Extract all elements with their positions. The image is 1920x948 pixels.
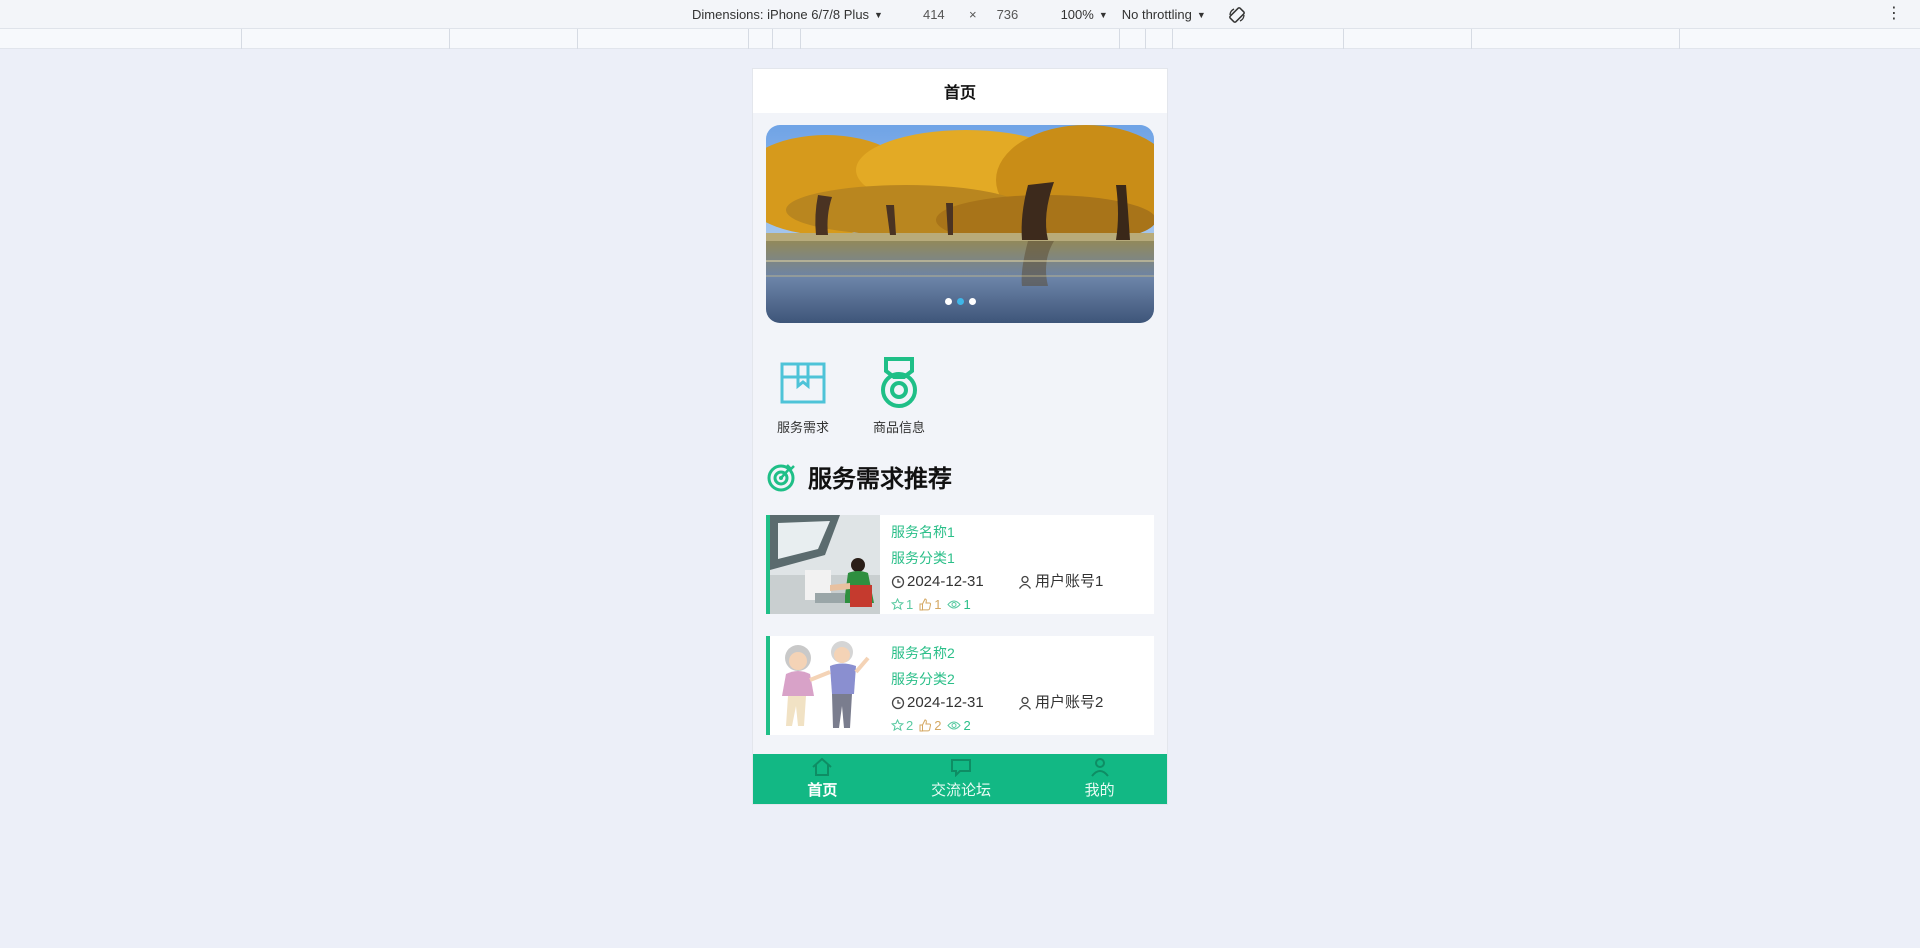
home-icon — [812, 757, 832, 776]
tab-label: 我的 — [1084, 782, 1115, 799]
item-date: 2024-12-31 — [891, 692, 1018, 714]
clock-icon — [891, 696, 905, 710]
item-info: 服务名称2 服务分类2 2024-12-31 用户账号2 2 2 2 — [880, 636, 1154, 735]
item-date: 2024-12-31 — [891, 571, 1018, 593]
item-info: 服务名称1 服务分类1 2024-12-31 用户账号1 1 1 1 — [880, 515, 1154, 614]
user-icon — [1018, 575, 1032, 589]
tab-home[interactable]: 首页 — [753, 754, 892, 804]
item-stats: 1 1 1 — [891, 593, 1154, 615]
item-user-text: 用户账号1 — [1035, 573, 1104, 590]
category-label: 商品信息 — [872, 420, 925, 435]
item-date-text: 2024-12-31 — [907, 573, 984, 590]
item-meta: 2024-12-31 用户账号2 — [891, 692, 1154, 714]
item-favorites-count: 1 — [906, 596, 914, 612]
device-dimensions-select[interactable]: Dimensions: iPhone 6/7/8 Plus ▼ — [692, 7, 883, 22]
item-favorites-count: 2 — [906, 717, 914, 733]
item-name[interactable]: 服务名称1 — [891, 519, 1154, 545]
more-options-icon[interactable]: ⋮ — [1886, 6, 1902, 22]
eye-icon — [947, 600, 962, 608]
dimension-separator: × — [968, 7, 977, 22]
item-likes-count: 1 — [934, 596, 942, 612]
item-user: 用户账号1 — [1018, 571, 1103, 593]
item-views-count: 2 — [963, 717, 971, 733]
banner-carousel[interactable] — [766, 125, 1154, 323]
thumbs-up-icon — [919, 718, 932, 731]
tab-label: 交流论坛 — [931, 782, 992, 799]
target-icon — [767, 463, 795, 491]
category-service-demand[interactable]: 服务需求 — [775, 355, 831, 436]
chevron-down-icon: ▼ — [1196, 9, 1206, 20]
list-item[interactable]: 服务名称1 服务分类1 2024-12-31 用户账号1 1 1 1 — [766, 515, 1154, 614]
mobile-viewport: 首页 服务需求 商品信息 服务需求推荐 服务名称1 服务分类1 2024-12-… — [752, 68, 1168, 805]
devtools-device-toolbar: Dimensions: iPhone 6/7/8 Plus ▼ 414 × 73… — [0, 0, 1920, 29]
item-category: 服务分类1 — [891, 550, 955, 566]
item-user-text: 用户账号2 — [1035, 694, 1104, 711]
user-icon — [1018, 696, 1032, 710]
eye-icon — [947, 721, 962, 729]
item-views-count: 1 — [963, 596, 971, 612]
chevron-down-icon: ▼ — [874, 9, 883, 20]
item-likes[interactable]: 1 — [919, 597, 941, 612]
category-product-info[interactable]: 商品信息 — [871, 355, 927, 436]
star-icon — [891, 718, 904, 731]
tab-label: 首页 — [807, 782, 838, 799]
media-query-ruler — [0, 29, 1920, 49]
bottom-tab-bar: 首页 交流论坛 我的 — [753, 754, 1167, 804]
device-toolbar-controls: Dimensions: iPhone 6/7/8 Plus ▼ 414 × 73… — [692, 0, 1248, 29]
banner-image — [766, 125, 1154, 323]
item-stats: 2 2 2 — [891, 714, 1154, 736]
section-header: 服务需求推荐 — [766, 459, 952, 494]
chevron-down-icon: ▼ — [1098, 9, 1108, 20]
rotate-button[interactable] — [1226, 4, 1248, 26]
item-likes-count: 2 — [934, 717, 942, 733]
clock-icon — [891, 575, 905, 589]
item-views: 2 — [947, 717, 971, 733]
item-favorites[interactable]: 2 — [891, 718, 913, 733]
forum-icon — [951, 759, 971, 777]
item-name[interactable]: 服务名称2 — [891, 640, 1154, 666]
thumbs-up-icon — [919, 597, 932, 610]
zoom-select[interactable]: 100% ▼ — [1061, 7, 1108, 22]
carousel-dot[interactable] — [968, 298, 976, 305]
item-thumbnail — [770, 515, 880, 614]
page-title: 首页 — [753, 69, 1167, 113]
tab-forum[interactable]: 交流论坛 — [892, 754, 1031, 804]
item-thumbnail — [770, 636, 880, 735]
device-height-input[interactable]: 736 — [997, 7, 1027, 22]
item-category: 服务分类2 — [891, 671, 955, 687]
carousel-dot-active[interactable] — [956, 298, 964, 305]
section-title-text: 服务需求推荐 — [808, 466, 952, 493]
item-user: 用户账号2 — [1018, 692, 1103, 714]
item-views: 1 — [947, 596, 971, 612]
user-icon — [1090, 758, 1109, 777]
list-item[interactable]: 服务名称2 服务分类2 2024-12-31 用户账号2 2 2 2 — [766, 636, 1154, 735]
carousel-indicators — [766, 298, 1154, 305]
throttle-label: No throttling — [1121, 7, 1192, 22]
rotate-icon — [1228, 6, 1245, 23]
item-likes[interactable]: 2 — [919, 718, 941, 733]
tab-mine[interactable]: 我的 — [1030, 754, 1167, 804]
category-label: 服务需求 — [776, 420, 829, 435]
zoom-label: 100% — [1060, 7, 1094, 22]
item-date-text: 2024-12-31 — [907, 694, 984, 711]
category-menu: 服务需求 商品信息 — [775, 355, 927, 436]
medal-icon — [871, 355, 927, 411]
carousel-dot[interactable] — [944, 298, 952, 305]
box-icon — [775, 355, 831, 411]
item-meta: 2024-12-31 用户账号1 — [891, 571, 1154, 593]
star-icon — [891, 597, 904, 610]
item-favorites[interactable]: 1 — [891, 597, 913, 612]
device-dimensions-label: Dimensions: iPhone 6/7/8 Plus — [692, 7, 870, 22]
device-width-input[interactable]: 414 — [923, 7, 953, 22]
throttle-select[interactable]: No throttling ▼ — [1122, 7, 1206, 22]
